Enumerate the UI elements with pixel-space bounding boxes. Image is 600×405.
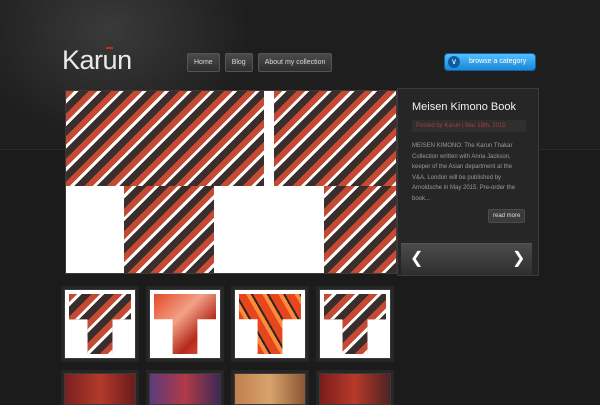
slider-controls: ❮ ❯ <box>401 243 532 275</box>
kimono-thumb-image <box>69 294 131 354</box>
logo-text-2: u <box>102 45 118 75</box>
kimono-thumb-image <box>154 294 216 354</box>
featured-title[interactable]: Meisen Kimono Book <box>412 101 516 113</box>
kimono-image-right-body <box>324 186 396 273</box>
kimono-image-right <box>274 91 396 186</box>
chevron-down-icon: ∨ <box>448 56 460 68</box>
kimono-thumbnail-3[interactable] <box>234 289 306 359</box>
kimono-thumb-image <box>324 294 386 354</box>
textile-thumbnail-3[interactable] <box>234 373 306 405</box>
textile-thumbnail-2[interactable] <box>149 373 221 405</box>
kimono-image-left <box>66 91 264 186</box>
logo-text-3: n <box>117 45 132 75</box>
nav-blog[interactable]: Blog <box>224 53 253 72</box>
kimono-thumb-image <box>239 294 301 354</box>
chevron-right-icon[interactable]: ❯ <box>512 250 525 268</box>
chevron-left-icon[interactable]: ❮ <box>410 250 423 268</box>
featured-excerpt: MEISEN KIMONO: The Karun Thakar Collecti… <box>412 143 516 202</box>
posted-by: Posted by Karun | Mar 18th, 2015 <box>412 120 526 132</box>
textile-thumbnail-4[interactable] <box>319 373 391 405</box>
kimono-image-left-body <box>124 186 214 273</box>
browse-category-button[interactable]: ∨ browse a category <box>444 53 536 71</box>
browse-category-label: browse a category <box>469 58 527 65</box>
kimono-thumbnail-1[interactable] <box>64 289 136 359</box>
kimono-thumbnail-2[interactable] <box>149 289 221 359</box>
textile-thumbnail-1[interactable] <box>64 373 136 405</box>
kimono-thumbnail-4[interactable] <box>319 289 391 359</box>
logo-text-1: Kar <box>62 45 103 75</box>
main-nav: Home Blog About my collection <box>187 53 333 72</box>
site-logo[interactable]: Karun <box>62 45 132 76</box>
nav-about-collection[interactable]: About my collection <box>257 53 333 72</box>
featured-slider-image[interactable] <box>65 90 397 274</box>
read-more-button[interactable]: read more <box>488 209 526 223</box>
nav-home[interactable]: Home <box>187 53 220 72</box>
